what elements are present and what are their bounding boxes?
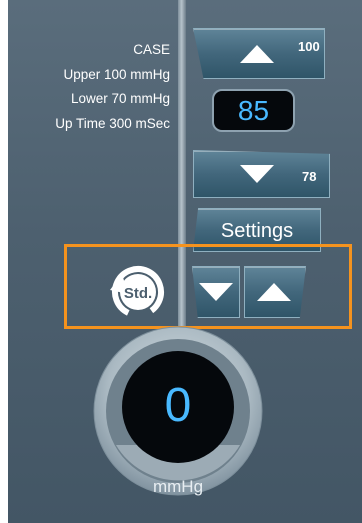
pressure-control-panel: CASE Upper 100 mmHg Lower 70 mmHg Up Tim… <box>8 0 362 523</box>
gauge-readout: 0 <box>164 379 192 432</box>
upper-limit-value: 100 <box>298 39 320 54</box>
lower-limit-value: 78 <box>302 169 317 184</box>
pressure-setpoint-display: 85 <box>212 89 295 132</box>
gauge-unit-label: mmHg <box>152 477 204 496</box>
mode-label: CASE <box>133 42 170 57</box>
lower-pressure-label: Lower 70 mmHg <box>70 91 170 106</box>
arrow-up-icon <box>240 45 274 63</box>
settings-summary: CASE Upper 100 mmHg Lower 70 mmHg Up Tim… <box>55 38 170 136</box>
up-time-label: Up Time 300 mSec <box>55 115 170 131</box>
arrow-down-icon <box>240 165 274 183</box>
std-controls-highlight <box>64 244 352 329</box>
upper-pressure-label: Upper 100 mmHg <box>63 66 170 82</box>
